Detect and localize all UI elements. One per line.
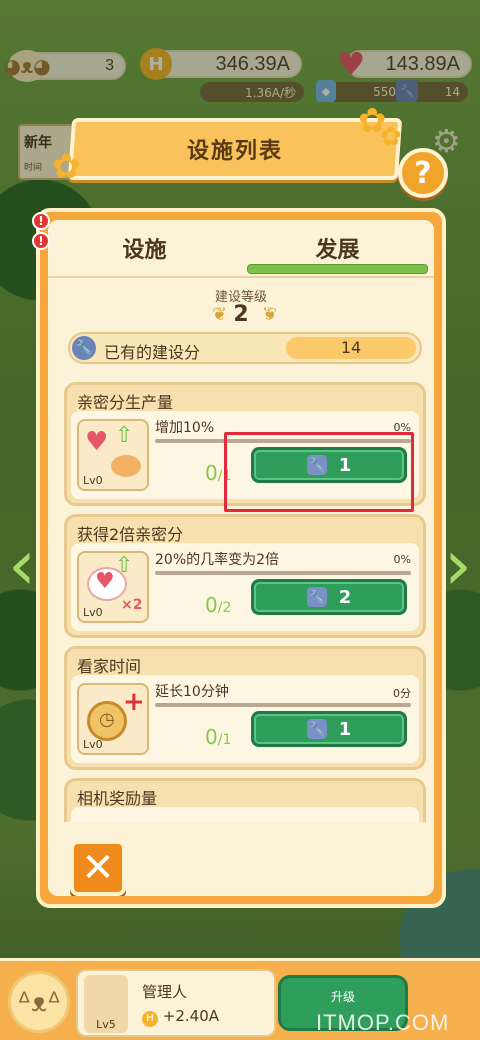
title-banner: 设施列表 bbox=[67, 118, 403, 180]
build-points-bar: 🔧 已有的建设分 14 bbox=[68, 332, 422, 364]
pocket-watch-icon: ◷ + Lv0 bbox=[77, 683, 149, 755]
wrench-icon: 🔧 bbox=[306, 587, 327, 607]
item-level: Lv0 bbox=[83, 606, 103, 619]
wrench-icon: 🔧 bbox=[72, 336, 96, 360]
hearts-boost-icon: ♥ ⇧ Lv0 bbox=[77, 419, 149, 491]
item-title: 相机奖励量 bbox=[77, 789, 158, 808]
item-count: 0/2 bbox=[205, 593, 232, 617]
laurel-right-icon: ❦ bbox=[262, 304, 278, 325]
next-arrow-icon[interactable]: › bbox=[438, 520, 478, 610]
list-item: 相机奖励量 bbox=[64, 778, 426, 822]
tutorial-highlight bbox=[224, 432, 414, 512]
flower-icon: ✿ bbox=[380, 122, 402, 152]
manager-card[interactable]: Lv5 管理人 H +2.40A bbox=[76, 969, 276, 1037]
item-count: 0/1 bbox=[205, 725, 232, 749]
watermark: ITMOP.COM bbox=[316, 1010, 450, 1035]
help-button[interactable]: ? bbox=[398, 148, 448, 198]
upgrade-cost: 1 bbox=[338, 718, 352, 740]
item-desc: 延长10分钟 bbox=[155, 684, 229, 700]
item-desc: 增加10% bbox=[155, 420, 215, 436]
item-title: 获得2倍亲密分 bbox=[77, 525, 184, 544]
wrench-icon: 🔧 bbox=[306, 719, 327, 739]
build-level-value: 2 bbox=[233, 302, 249, 327]
progress-track bbox=[155, 571, 411, 575]
upgrade-cost: 2 bbox=[338, 586, 352, 608]
coin-icon: H bbox=[142, 1011, 158, 1027]
upgrade-button[interactable]: 🔧 1 bbox=[251, 711, 407, 747]
facility-panel: 设施 发展 建设等级 ❦ 2 ❦ 🔧 已有的建设分 14 亲密分生产量 ♥ ⇧ bbox=[36, 208, 446, 908]
upgrade-button[interactable]: 🔧 2 bbox=[251, 579, 407, 615]
tab-facility[interactable]: 设施 bbox=[48, 220, 241, 276]
close-button[interactable]: ✕ bbox=[70, 840, 126, 896]
tab-bar: 设施 发展 bbox=[48, 220, 434, 276]
item-desc: 20%的几率变为2倍 bbox=[155, 552, 280, 568]
flower-icon: ✿ bbox=[52, 147, 81, 187]
list-item: 获得2倍亲密分 ♥ ⇧ ×2 Lv0 20%的几率变为2倍 0% 0/2 🔧 2 bbox=[64, 514, 426, 638]
item-level: Lv0 bbox=[83, 738, 103, 751]
build-points-value: 14 bbox=[286, 337, 416, 359]
alert-icon: ! bbox=[32, 212, 50, 230]
cat-menu-button[interactable]: ᐞᴥᐞ bbox=[8, 971, 70, 1033]
item-pct: 0% bbox=[393, 553, 411, 566]
manager-name: 管理人 bbox=[142, 983, 188, 1001]
manager-rate: H +2.40A bbox=[142, 1007, 219, 1027]
alert-icon: ! bbox=[32, 232, 50, 250]
tab-divider bbox=[48, 276, 434, 278]
item-title: 亲密分生产量 bbox=[77, 393, 174, 412]
manager-avatar: Lv5 bbox=[84, 975, 128, 1033]
double-heart-icon: ♥ ⇧ ×2 Lv0 bbox=[77, 551, 149, 623]
item-pct: 0分 bbox=[393, 687, 411, 700]
prev-arrow-icon[interactable]: ‹ bbox=[2, 520, 42, 610]
build-points-label: 已有的建设分 bbox=[104, 343, 201, 362]
item-title: 看家时间 bbox=[77, 657, 142, 676]
list-item: 看家时间 ◷ + Lv0 延长10分钟 0分 0/1 🔧 1 bbox=[64, 646, 426, 770]
page-title: 设施列表 bbox=[186, 139, 283, 164]
item-level: Lv0 bbox=[83, 474, 103, 487]
progress-track bbox=[155, 703, 411, 707]
tab-development[interactable]: 发展 bbox=[241, 220, 434, 276]
